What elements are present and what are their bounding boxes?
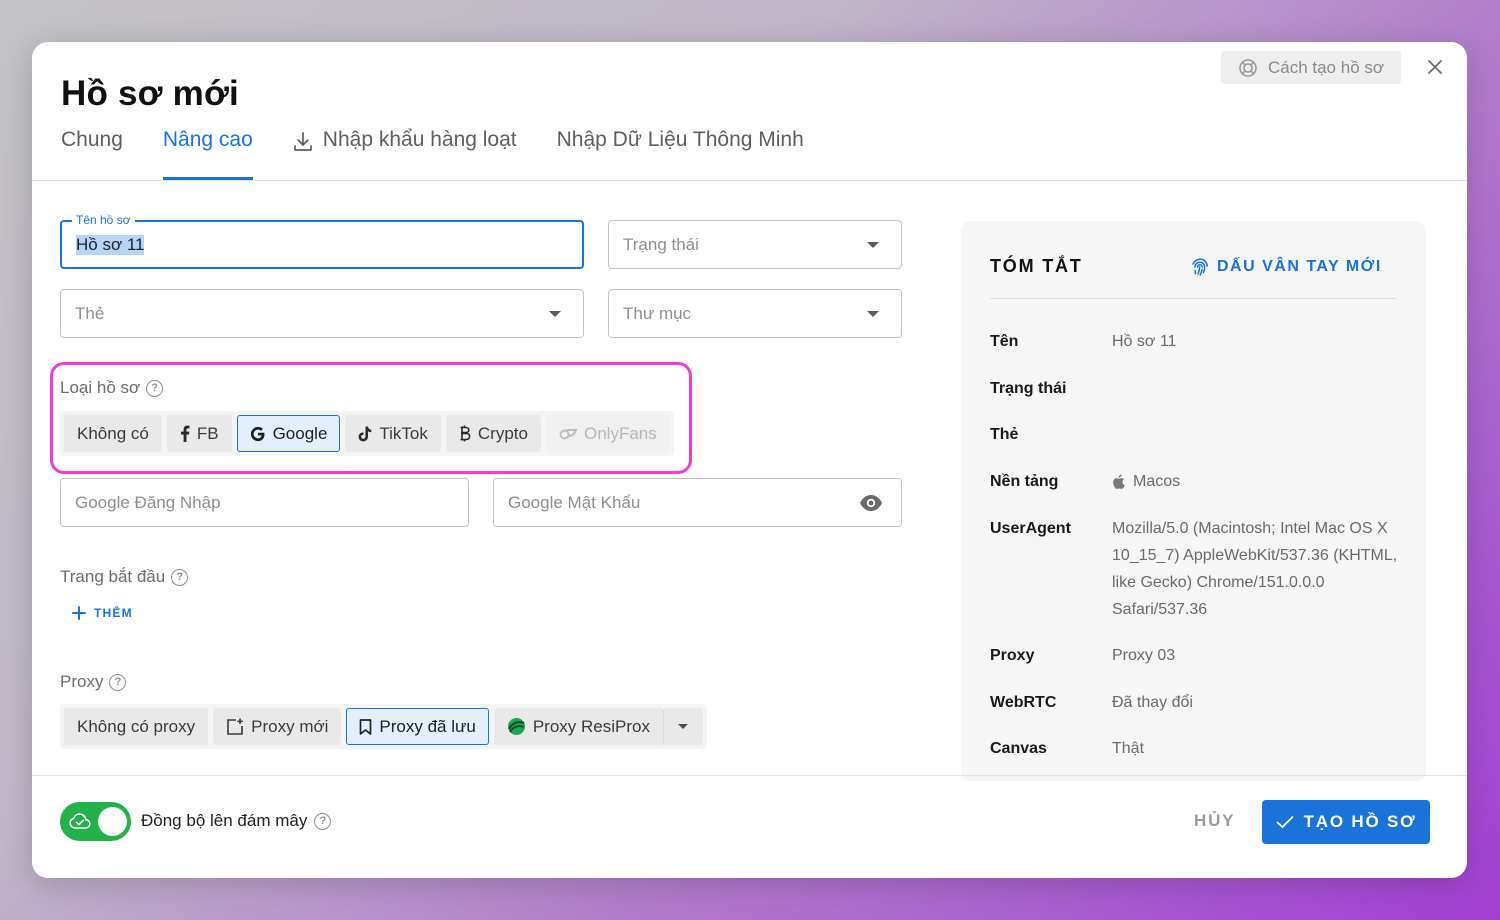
tab-bar: Chung Nâng cao Nhập khẩu hàng loạt Nhập … — [61, 128, 844, 180]
tiktok-icon — [359, 426, 372, 441]
profile-type-tiktok[interactable]: TikTok — [345, 415, 441, 452]
cloud-check-icon — [69, 813, 91, 829]
cloud-sync-toggle[interactable] — [60, 802, 131, 841]
summary-label-proxy: Proxy — [990, 647, 1035, 664]
tab-general[interactable]: Chung — [61, 128, 123, 180]
how-to-create-label: Cách tạo hồ sơ — [1267, 57, 1385, 77]
proxy-label: Proxy ? — [60, 672, 127, 692]
chevron-down-icon — [549, 311, 561, 317]
summary-panel: TÓM TẮT DẤU VÂN TAY MỚI Tên Hồ sơ 11 Trạ… — [961, 221, 1426, 781]
summary-label-webrtc: WebRTC — [990, 694, 1057, 711]
proxy-none[interactable]: Không có proxy — [64, 708, 209, 745]
cancel-button[interactable]: HỦY — [1194, 811, 1235, 831]
start-page-label: Trang bắt đầu ? — [60, 567, 189, 587]
apple-icon — [1113, 474, 1125, 489]
summary-value-webrtc: Đã thay đổi — [1112, 694, 1193, 711]
create-profile-button[interactable]: TẠO HỒ SƠ — [1262, 800, 1430, 844]
chevron-down-icon — [867, 242, 879, 248]
help-icon[interactable]: ? — [171, 568, 189, 586]
add-start-page-button[interactable]: THÊM — [72, 606, 133, 620]
toggle-knob — [98, 807, 127, 836]
profile-type-google[interactable]: Google — [236, 415, 341, 452]
profile-type-onlyfans[interactable]: OnlyFans — [545, 415, 670, 452]
lifebuoy-icon — [1239, 58, 1257, 77]
bitcoin-icon — [460, 425, 471, 442]
summary-divider — [990, 298, 1397, 299]
folder-select[interactable]: Thư mục — [608, 289, 902, 338]
status-placeholder: Trạng thái — [623, 234, 699, 254]
google-login-placeholder: Google Đăng Nhập — [75, 492, 221, 512]
onlyfans-icon — [559, 428, 577, 439]
summary-label-platform: Nền tảng — [990, 473, 1059, 490]
how-to-create-button[interactable]: Cách tạo hồ sơ — [1221, 51, 1401, 84]
proxy-saved[interactable]: Proxy đã lưu — [346, 708, 489, 745]
tab-divider — [32, 180, 1467, 181]
eye-icon[interactable] — [859, 493, 883, 513]
tag-placeholder: Thẻ — [75, 303, 105, 323]
google-icon — [250, 426, 265, 441]
profile-type-none[interactable]: Không có — [64, 415, 162, 452]
summary-label-tag: Thẻ — [990, 426, 1019, 443]
tag-select[interactable]: Thẻ — [60, 289, 584, 338]
tab-smart-import[interactable]: Nhập Dữ Liệu Thông Minh — [557, 128, 804, 180]
summary-value-proxy: Proxy 03 — [1112, 647, 1176, 664]
facebook-icon — [180, 425, 190, 442]
profile-type-group: Không có FB Google TikTok Crypto OnlyFan… — [60, 411, 674, 456]
fingerprint-icon — [1192, 258, 1209, 276]
close-button[interactable] — [1424, 56, 1446, 78]
download-icon — [293, 132, 312, 151]
profile-name-input[interactable]: Tên hồ sơ Hồ sơ 11 — [60, 213, 584, 269]
profile-type-fb[interactable]: FB — [166, 415, 232, 452]
proxy-resiprox[interactable]: Proxy ResiProx — [493, 708, 663, 745]
add-box-icon — [227, 718, 243, 735]
google-login-input[interactable]: Google Đăng Nhập — [60, 478, 469, 527]
google-password-input[interactable]: Google Mật Khẩu — [493, 478, 902, 527]
summary-value-canvas: Thật — [1112, 740, 1145, 757]
profile-type-label: Loại hồ sơ ? — [60, 378, 164, 398]
dialog-title: Hồ sơ mới — [61, 74, 239, 113]
summary-label-name: Tên — [990, 333, 1019, 350]
profile-type-crypto[interactable]: Crypto — [445, 415, 541, 452]
summary-value-useragent: Mozilla/5.0 (Macintosh; Intel Mac OS X 1… — [1112, 520, 1398, 618]
resiprox-logo-icon — [507, 718, 525, 735]
chevron-down-icon — [677, 724, 688, 729]
summary-title: TÓM TẮT — [990, 256, 1083, 276]
summary-value-name: Hồ sơ 11 — [1112, 333, 1177, 350]
status-select[interactable]: Trạng thái — [608, 220, 902, 269]
help-icon[interactable]: ? — [314, 812, 332, 830]
close-icon — [1428, 60, 1442, 74]
proxy-new[interactable]: Proxy mới — [213, 708, 342, 745]
summary-label-status: Trạng thái — [990, 380, 1067, 397]
help-icon[interactable]: ? — [109, 673, 127, 691]
tab-advanced[interactable]: Nâng cao — [162, 128, 253, 180]
help-icon[interactable]: ? — [146, 379, 164, 397]
google-password-placeholder: Google Mật Khẩu — [508, 492, 641, 512]
profile-name-label: Tên hồ sơ — [72, 213, 135, 227]
chevron-down-icon — [867, 311, 879, 317]
footer-divider — [32, 775, 1467, 776]
proxy-type-group: Không có proxy Proxy mới Proxy đã lưu Pr… — [60, 704, 707, 749]
summary-label-canvas: Canvas — [990, 740, 1047, 757]
profile-name-value: Hồ sơ 11 — [76, 234, 145, 255]
new-fingerprint-button[interactable]: DẤU VÂN TAY MỚI — [1190, 257, 1382, 277]
proxy-more-dropdown[interactable] — [662, 708, 703, 745]
bookmark-icon — [360, 718, 372, 735]
check-icon — [1276, 816, 1293, 828]
folder-placeholder: Thư mục — [623, 303, 692, 323]
summary-value-platform: Macos — [1112, 468, 1402, 495]
cloud-sync-label: Đồng bộ lên đám mây ? — [141, 811, 332, 831]
summary-label-useragent: UserAgent — [990, 520, 1071, 537]
new-profile-dialog: Hồ sơ mới Cách tạo hồ sơ Chung Nâng cao … — [32, 42, 1467, 878]
tab-bulk-import[interactable]: Nhập khẩu hàng loạt — [293, 128, 517, 180]
plus-icon — [72, 606, 86, 620]
